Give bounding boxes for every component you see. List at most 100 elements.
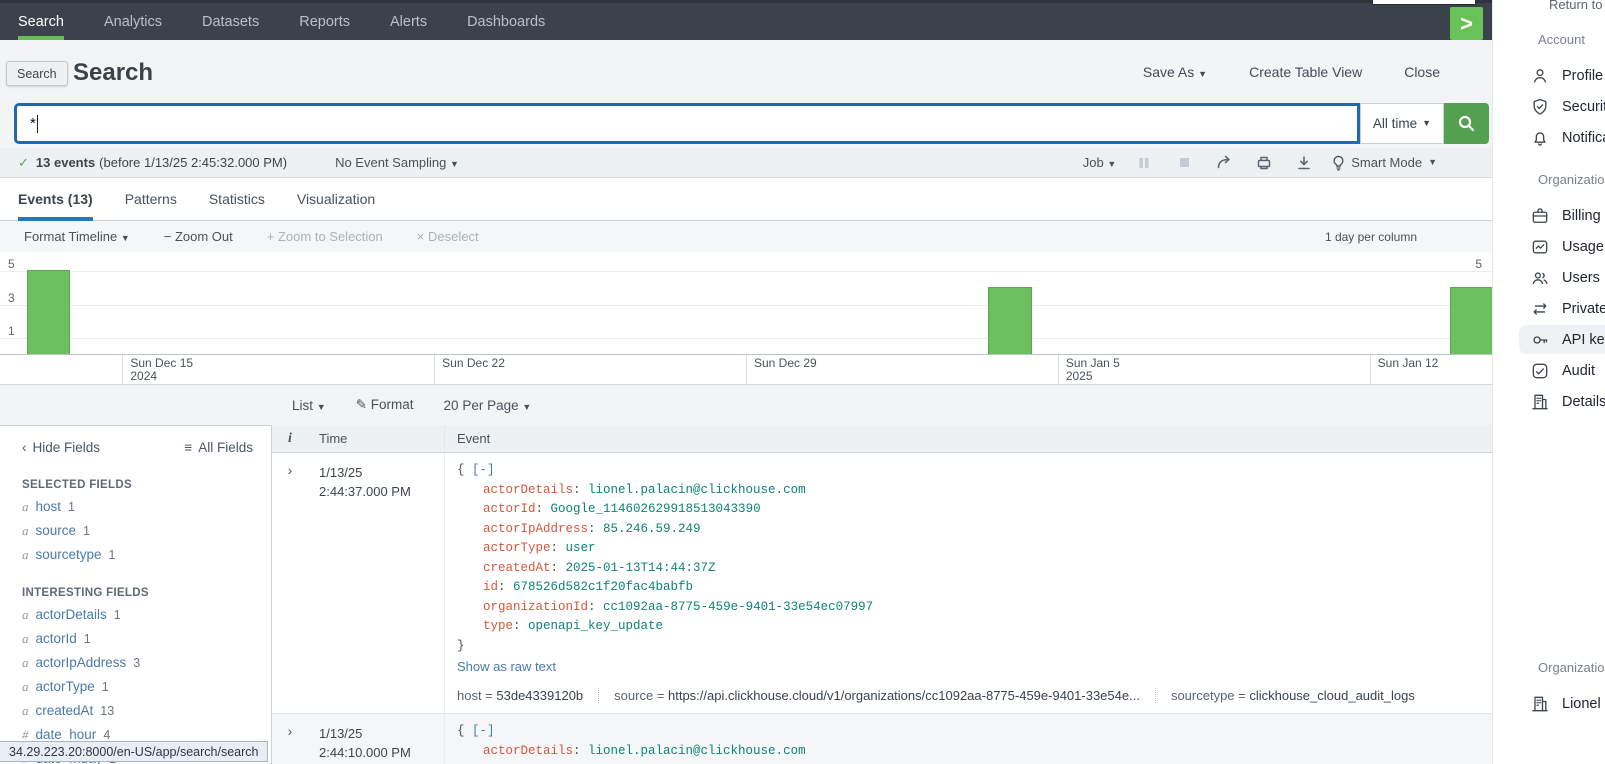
format-timeline-menu[interactable]: Format Timeline ▼ (24, 229, 130, 244)
timeline-bar[interactable] (27, 270, 70, 354)
header-actions: Save As ▼ Create Table View Close (1143, 64, 1440, 80)
meta-sourcetype[interactable]: sourcetype = clickhouse_cloud_audit_logs (1155, 688, 1430, 703)
settings-section-title: Organization (1493, 172, 1605, 187)
event-sampling-menu[interactable]: No Event Sampling ▼ (335, 155, 459, 170)
all-fields-button[interactable]: ≡ All Fields (184, 440, 253, 455)
meta-host[interactable]: host = 53de4339120b (457, 688, 598, 703)
settings-item-label: Lionel (1562, 696, 1601, 712)
settings-item-billing[interactable]: Billing (1493, 200, 1605, 231)
chevron-down-icon: ▼ (1198, 69, 1207, 79)
field-count: 1 (102, 680, 109, 694)
chevron-down-icon: ▼ (450, 159, 459, 169)
json-field-type: type: openapi_key_update (457, 617, 1478, 637)
field-link[interactable]: date_hour (36, 727, 97, 742)
stop-button[interactable] (1172, 156, 1196, 169)
field-item-createdAt: acreatedAt13 (22, 703, 271, 719)
settings-item-label: Private (1562, 301, 1605, 317)
hide-fields-button[interactable]: ‹ Hide Fields (22, 440, 100, 455)
tab-visualization[interactable]: Visualization (297, 178, 375, 221)
collapse-json-link[interactable]: [-] (472, 724, 495, 738)
per-page-menu[interactable]: 20 Per Page ▼ (444, 398, 532, 413)
minus-icon: − (164, 229, 172, 244)
nav-item-datasets[interactable]: Datasets (202, 3, 259, 40)
field-link[interactable]: actorType (36, 679, 95, 694)
field-link[interactable]: source (36, 523, 77, 538)
field-link[interactable]: actorDetails (36, 607, 107, 622)
tab-events[interactable]: Events (13) (18, 178, 93, 221)
splunk-logo-icon[interactable]: > (1450, 7, 1483, 40)
plus-icon: + (267, 229, 275, 244)
settings-item-security[interactable]: Security (1493, 91, 1605, 122)
print-button[interactable] (1252, 155, 1276, 171)
field-link[interactable]: host (36, 499, 62, 514)
field-item-sourcetype: asourcetype1 (22, 547, 271, 563)
results-list-controls: List ▼ ✎ Format 20 Per Page ▼ (292, 385, 531, 425)
format-results-menu[interactable]: ✎ Format (356, 397, 414, 413)
search-submit-button[interactable] (1444, 103, 1489, 144)
nav-item-search[interactable]: Search (18, 3, 64, 40)
meta-source[interactable]: source = https://api.clickhouse.cloud/v1… (598, 688, 1155, 703)
tab-statistics[interactable]: Statistics (209, 178, 265, 221)
time-range-picker[interactable]: All time ▼ (1360, 103, 1444, 144)
collapse-json-link[interactable]: [-] (472, 463, 495, 477)
deselect-button[interactable]: × Deselect (417, 229, 479, 244)
pause-button[interactable] (1132, 156, 1156, 170)
nav-item-dashboards[interactable]: Dashboards (467, 3, 545, 40)
nav-item-alerts[interactable]: Alerts (390, 3, 427, 40)
field-link[interactable]: actorId (36, 631, 77, 646)
results-tabs: Events (13) Patterns Statistics Visualizati… (0, 178, 1492, 221)
settings-item-lionel[interactable]: Lionel (1493, 688, 1605, 719)
chevron-down-icon: ▼ (121, 233, 130, 243)
return-to-link[interactable]: Return to (1549, 0, 1602, 12)
settings-item-private[interactable]: Private (1493, 293, 1605, 324)
event-content-cell: { [-] actorDetails: lionel.palacin@click… (444, 453, 1492, 713)
settings-item-api-keys[interactable]: API keys (1493, 324, 1605, 355)
zoom-out-button[interactable]: − Zoom Out (164, 229, 233, 244)
json-field-createdAt: createdAt: 2025-01-13T14:44:37Z (457, 559, 1478, 579)
field-count: 1 (83, 524, 90, 538)
json-field-organizationId: organizationId: cc1092aa-8775-459e-9401-… (457, 598, 1478, 618)
app-nav-bar: Search Analytics Datasets Reports Alerts Dash… (0, 0, 1492, 40)
nav-item-analytics[interactable]: Analytics (104, 3, 162, 40)
create-table-view-button[interactable]: Create Table View (1249, 64, 1362, 80)
list-type-menu[interactable]: List ▼ (292, 398, 326, 413)
chevron-down-icon: ▼ (1107, 159, 1116, 169)
share-button[interactable] (1212, 155, 1236, 170)
private-icon (1530, 299, 1550, 319)
field-count: 4 (103, 728, 110, 742)
nav-item-reports[interactable]: Reports (299, 3, 350, 40)
settings-item-usage[interactable]: Usage (1493, 231, 1605, 262)
magnifier-icon (1457, 114, 1476, 133)
field-type-icon: a (22, 631, 29, 647)
settings-item-details[interactable]: Details (1493, 386, 1605, 417)
events-timeline-chart[interactable]: 113355 Sun Dec 152024Sun Dec 22Sun Dec 2… (0, 252, 1492, 385)
details-icon (1530, 392, 1550, 412)
tab-patterns[interactable]: Patterns (125, 178, 177, 221)
settings-item-profile[interactable]: Profile (1493, 60, 1605, 91)
save-as-button[interactable]: Save As ▼ (1143, 64, 1207, 80)
field-type-icon: a (22, 607, 29, 623)
show-raw-text-link[interactable]: Show as raw text (457, 659, 556, 674)
timeline-bar[interactable] (988, 287, 1033, 354)
expand-row-chevron[interactable]: › (272, 453, 308, 713)
nav-tooltip: Search (6, 61, 68, 86)
timeline-plot-area[interactable]: 113355 (0, 252, 1492, 355)
timeline-bar[interactable] (1450, 287, 1492, 354)
field-item-actorId: aactorId1 (22, 631, 271, 647)
expand-row-chevron[interactable]: › (272, 714, 308, 764)
search-mode-menu[interactable]: Smart Mode ▼ (1332, 155, 1437, 171)
close-button[interactable]: Close (1404, 64, 1440, 80)
export-button[interactable] (1292, 155, 1316, 171)
field-link[interactable]: createdAt (36, 703, 94, 718)
field-link[interactable]: actorIpAddress (36, 655, 127, 670)
job-menu[interactable]: Job ▼ (1083, 155, 1117, 170)
nav-items: Search Analytics Datasets Reports Alerts Dash… (18, 3, 545, 40)
field-link[interactable]: sourcetype (36, 547, 102, 562)
settings-item-users[interactable]: Users (1493, 262, 1605, 293)
search-input[interactable]: * (14, 103, 1360, 144)
settings-item-notifications[interactable]: Notifications (1493, 122, 1605, 153)
settings-item-audit[interactable]: Audit (1493, 355, 1605, 386)
fields-sidebar: ‹ Hide Fields ≡ All Fields SELECTED FIEL… (0, 425, 272, 764)
field-type-icon: a (22, 499, 29, 515)
zoom-to-selection-button[interactable]: + Zoom to Selection (267, 229, 383, 244)
